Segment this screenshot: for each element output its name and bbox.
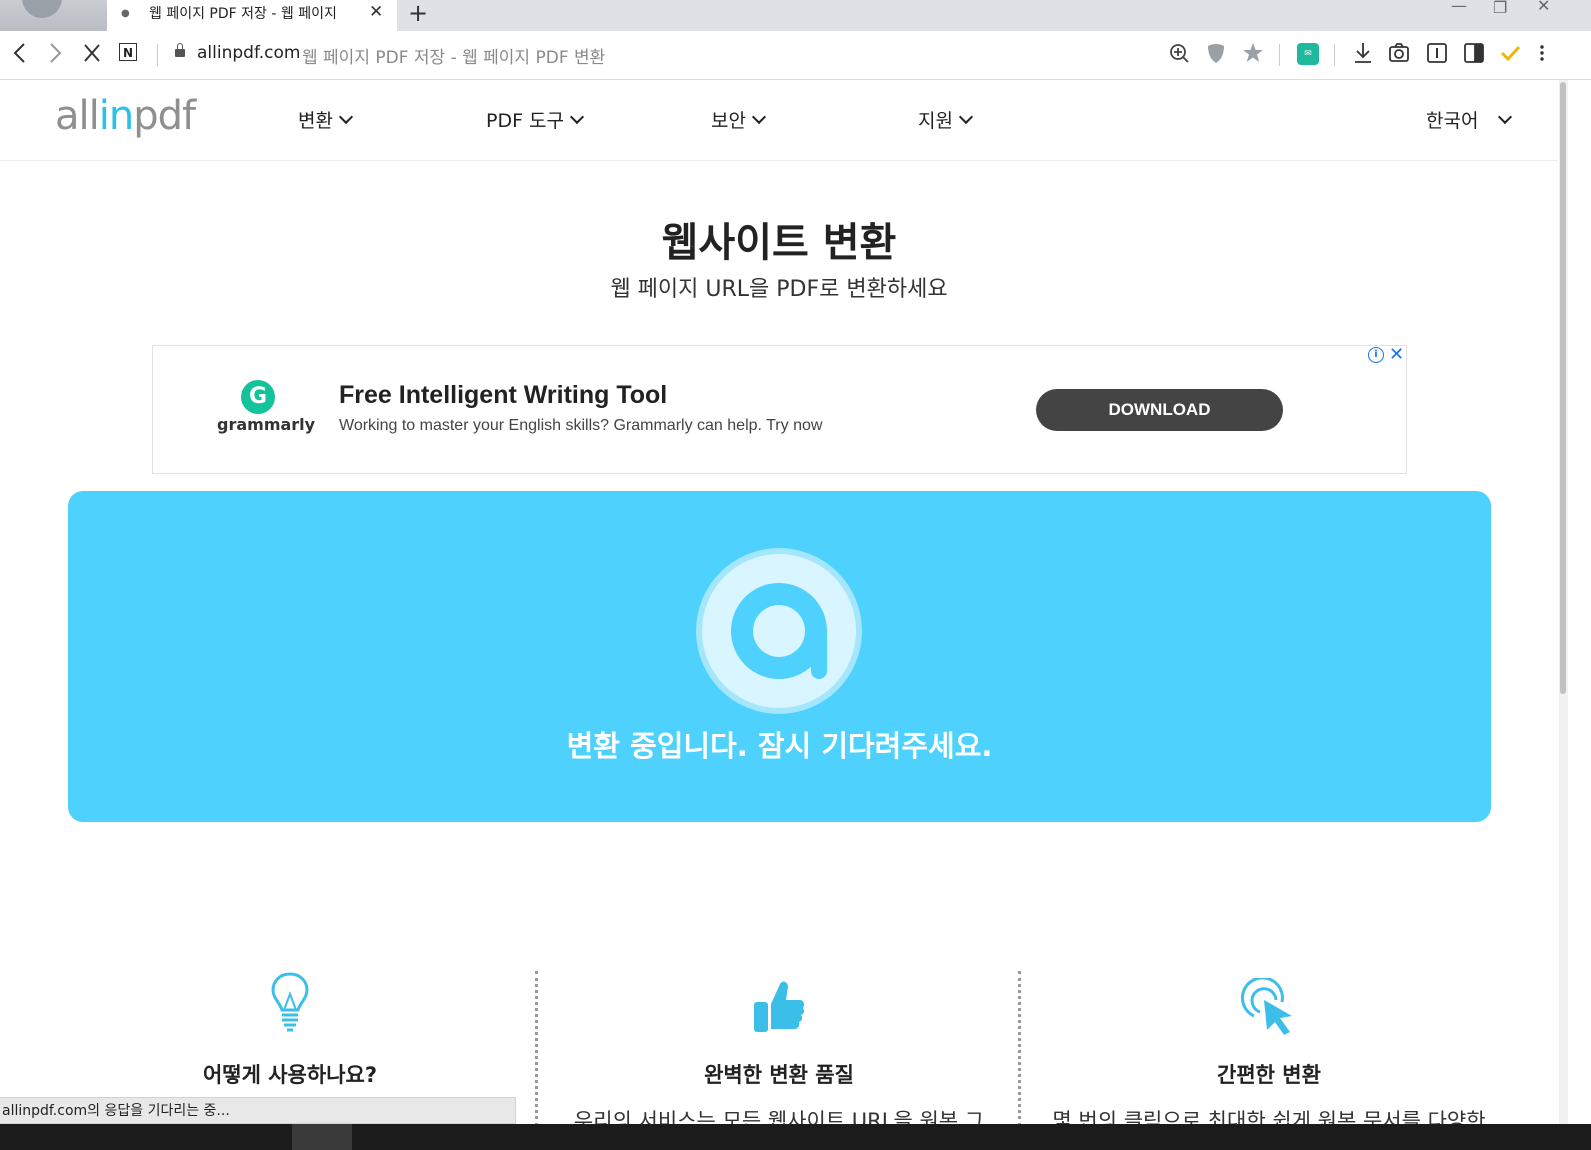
nav-convert-label: 변환	[298, 110, 333, 132]
page-subtitle: 웹 페이지 URL을 PDF로 변환하세요	[610, 277, 948, 302]
nav-convert[interactable]: 변환	[298, 106, 354, 133]
ad-headline[interactable]: Free Intelligent Writing Tool	[339, 381, 667, 410]
taskbar-app-button[interactable]	[292, 1124, 352, 1150]
menu-icon[interactable]	[1537, 40, 1547, 72]
window-close-button[interactable]: ✕	[1537, 0, 1550, 15]
taskbar	[0, 1124, 1591, 1150]
nav-security[interactable]: 보안	[711, 106, 767, 133]
restore-button[interactable]: ❐	[1493, 0, 1507, 17]
converting-message: 변환 중입니다. 잠시 기다려주세요.	[566, 729, 993, 763]
lock-icon[interactable]	[175, 43, 185, 57]
sidebar-icon[interactable]	[1426, 40, 1448, 72]
feature-title-quality: 완벽한 변환 품질	[704, 1063, 854, 1087]
toolbar-divider	[157, 44, 158, 66]
grammarly-logo-icon: G	[241, 380, 275, 414]
chevron-down-icon	[958, 109, 974, 125]
forward-icon[interactable]	[45, 40, 65, 72]
logo-text-all: all	[55, 93, 100, 139]
nav-support-label: 지원	[918, 110, 953, 132]
chevron-down-icon	[569, 109, 585, 125]
star-icon[interactable]	[1242, 40, 1264, 72]
allinpdf-a-icon-hole	[753, 605, 805, 657]
nav-pdf-tools-label: PDF 도구	[486, 110, 565, 132]
split-view-icon[interactable]	[1463, 40, 1485, 72]
language-select[interactable]: 한국어	[1426, 106, 1513, 133]
extension-icon[interactable]: ✉	[1297, 43, 1319, 65]
browser-status-bar: allinpdf.com의 응답을 기다리는 중...	[0, 1097, 516, 1124]
logo-text-in: in	[98, 93, 134, 139]
tab-active[interactable]: ● 웹 페이지 PDF 저장 - 웹 페이지 ✕	[107, 0, 397, 31]
feature-desc-quality: 우리의 서비스는 모든 웹사이트 URL을 원본 그	[573, 1109, 985, 1125]
site-header: allinpdf 변환 PDF 도구 보안 지원 한국어	[0, 80, 1558, 161]
minimize-button[interactable]: —	[1451, 0, 1467, 15]
feature-title-easy: 간편한 변환	[1217, 1063, 1321, 1087]
chevron-down-icon	[338, 109, 354, 125]
toolbar-divider	[1279, 44, 1280, 66]
browser-toolbar: N allinpdf.com 웹 페이지 PDF 저장 - 웹 페이지 PDF …	[0, 31, 1591, 80]
ad-brand-name: grammarly	[217, 415, 316, 434]
page-title: 웹사이트 변환	[661, 220, 897, 266]
feature-divider	[1018, 971, 1021, 1126]
shield-icon[interactable]	[1205, 40, 1227, 72]
ad-body-text: Working to master your English skills? G…	[339, 417, 823, 434]
download-icon[interactable]	[1352, 40, 1374, 72]
click-cursor-icon	[1240, 976, 1298, 1040]
thumbs-up-icon	[752, 978, 806, 1040]
nav-security-label: 보안	[711, 110, 746, 132]
feature-desc-easy: 몇 번의 클릭으로 최대한 쉽게 원본 문서를 다양한	[1052, 1109, 1486, 1125]
address-host[interactable]: allinpdf.com	[197, 43, 300, 63]
nav-pdf-tools[interactable]: PDF 도구	[486, 106, 585, 133]
tab-close-icon[interactable]: ✕	[369, 2, 383, 22]
address-page-title[interactable]: 웹 페이지 PDF 저장 - 웹 페이지 PDF 변환	[302, 43, 605, 68]
logo-text-pdf: pdf	[133, 93, 196, 139]
feature-title-how-to: 어떻게 사용하나요?	[202, 1063, 378, 1087]
zoom-icon[interactable]	[1168, 40, 1190, 72]
tab-favicon-icon	[22, 0, 62, 18]
ad-info-icon[interactable]: i	[1368, 347, 1384, 363]
advertisement-banner[interactable]: G grammarly Free Intelligent Writing Too…	[152, 344, 1407, 474]
language-label: 한국어	[1426, 110, 1479, 132]
ad-download-button[interactable]: DOWNLOAD	[1036, 389, 1283, 431]
chevron-down-icon	[751, 109, 767, 125]
tab-title: 웹 페이지 PDF 저장 - 웹 페이지	[149, 6, 337, 22]
conversion-progress-panel: 변환 중입니다. 잠시 기다려주세요.	[68, 491, 1491, 822]
toolbar-divider	[1334, 44, 1335, 66]
back-icon[interactable]	[10, 40, 30, 72]
tab-strip: ● 웹 페이지 PDF 저장 - 웹 페이지 ✕ + — ❐ ✕	[0, 0, 1591, 31]
allinpdf-logo[interactable]: allinpdf	[55, 93, 196, 139]
nav-support[interactable]: 지원	[918, 106, 974, 133]
scrollbar-thumb[interactable]	[1560, 82, 1566, 694]
allinpdf-a-icon-tail	[811, 631, 827, 679]
feature-divider	[535, 971, 538, 1126]
stop-icon[interactable]	[82, 40, 102, 72]
tab-previous[interactable]	[0, 0, 107, 31]
camera-icon[interactable]	[1388, 40, 1410, 72]
tab-loading-icon: ●	[121, 8, 130, 19]
reader-icon[interactable]: N	[119, 43, 137, 61]
chevron-down-icon	[1498, 109, 1513, 125]
check-icon[interactable]	[1499, 40, 1521, 72]
lightbulb-icon	[270, 970, 310, 1040]
ad-close-icon[interactable]: ✕	[1389, 344, 1404, 365]
new-tab-button[interactable]: +	[408, 0, 428, 27]
